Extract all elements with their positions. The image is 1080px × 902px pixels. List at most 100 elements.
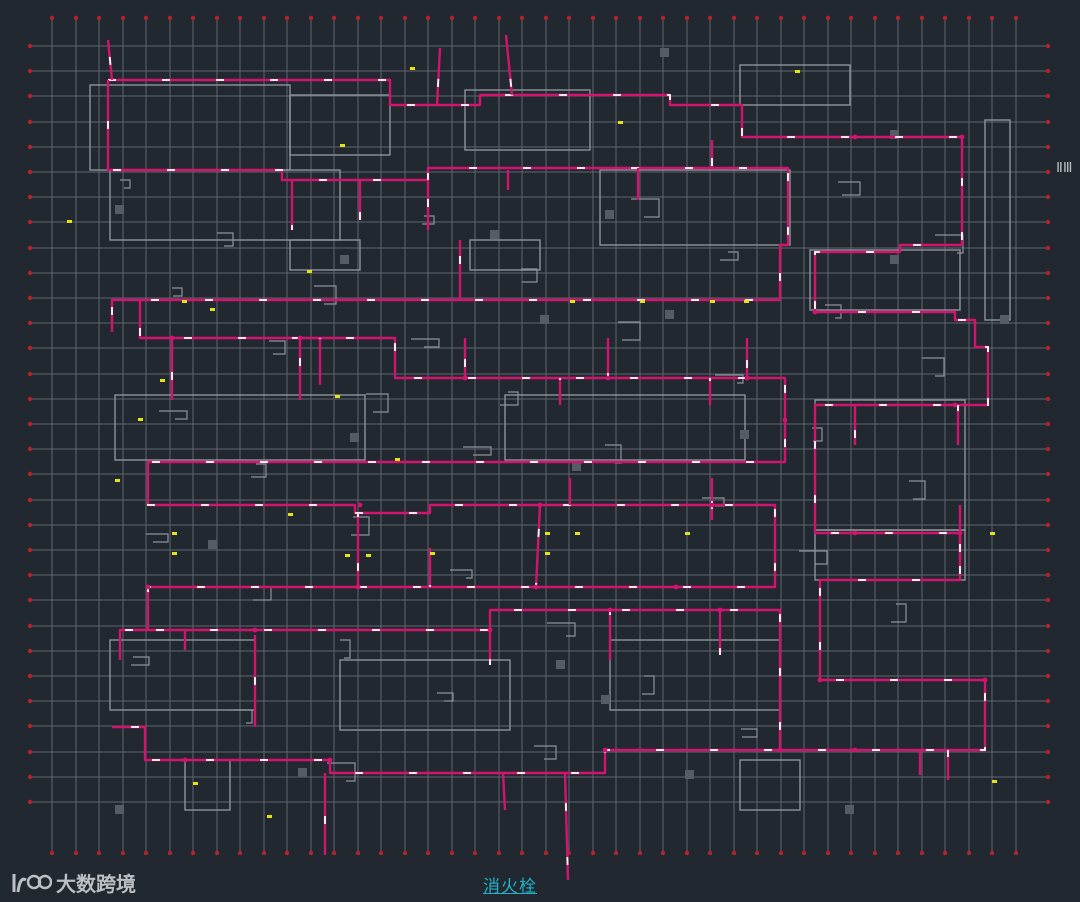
axis-bubble-right <box>1045 396 1051 402</box>
axis-bubble-bottom <box>237 850 243 856</box>
wall-partition <box>314 285 337 305</box>
pipe-valve-node <box>673 584 679 590</box>
pipe-valve-node <box>327 757 333 763</box>
axis-bubble-bottom <box>496 850 502 856</box>
axis-bubble-bottom <box>308 850 314 856</box>
axis-bubble-bottom <box>284 850 290 856</box>
axis-bubble-bottom <box>707 850 713 856</box>
axis-bubble-top <box>566 15 572 21</box>
hydrant-marker <box>545 552 550 555</box>
axis-bubble-left <box>27 345 33 351</box>
axis-bubble-right <box>1045 497 1051 503</box>
axis-bubble-right <box>1045 471 1051 477</box>
axis-bubble-top <box>778 15 784 21</box>
hydrant-marker <box>990 532 995 535</box>
pipe-valve-node <box>852 747 858 753</box>
wall-partition <box>618 321 641 341</box>
axis-bubble-top <box>308 15 314 21</box>
wall-partition <box>340 639 351 659</box>
axis-bubble-left <box>27 547 33 553</box>
wall-partition <box>741 728 758 738</box>
hydrant-marker <box>640 300 645 303</box>
axis-bubble-bottom <box>801 850 807 856</box>
axis-bubble-top <box>190 15 196 21</box>
axis-bubble-top <box>378 15 384 21</box>
hydrant-marker <box>182 300 187 303</box>
axis-bubble-bottom <box>731 850 737 856</box>
axis-bubble-top <box>660 15 666 21</box>
axis-bubble-right <box>1045 345 1051 351</box>
axis-bubble-top <box>707 15 713 21</box>
hydrant-marker <box>193 782 198 785</box>
equipment-block <box>740 430 749 439</box>
axis-bubble-right <box>1045 623 1051 629</box>
pipe-valve-node <box>957 530 963 536</box>
axis-bubble-right <box>1045 219 1051 225</box>
axis-bubble-right <box>1045 93 1051 99</box>
wall-partition <box>450 569 473 579</box>
wall-partition <box>909 480 926 500</box>
axis-bubble-bottom <box>684 850 690 856</box>
axis-bubble-bottom <box>73 850 79 856</box>
axis-bubble-right <box>1045 648 1051 654</box>
axis-bubble-bottom <box>402 850 408 856</box>
pipe-valve-node <box>782 417 788 423</box>
axis-bubble-bottom <box>825 850 831 856</box>
wall-outline <box>89 84 291 171</box>
watermark-text: 大数跨境 <box>56 872 136 896</box>
wall-outline <box>809 249 961 311</box>
axis-bubble-left <box>27 673 33 679</box>
hydrant-marker <box>172 532 177 535</box>
axis-bubble-top <box>167 15 173 21</box>
axis-bubble-bottom <box>942 850 948 856</box>
pipe-valve-node <box>777 747 783 753</box>
axis-bubble-left <box>27 497 33 503</box>
equipment-block <box>115 805 124 814</box>
hydrant-marker <box>172 552 177 555</box>
pipe-valve-node <box>852 530 858 536</box>
axis-bubble-top <box>402 15 408 21</box>
axis-bubble-bottom <box>872 850 878 856</box>
pipe-valve-node <box>533 584 539 590</box>
axis-bubble-top <box>449 15 455 21</box>
equipment-block <box>340 255 349 264</box>
equipment-block <box>845 805 854 814</box>
axis-bubble-bottom <box>425 850 431 856</box>
axis-bubble-right <box>1045 597 1051 603</box>
equipment-block <box>556 660 565 669</box>
pipe-valve-node <box>952 402 958 408</box>
axis-bubble-right <box>1045 698 1051 704</box>
axis-bubble-top <box>872 15 878 21</box>
hydrant-marker <box>345 554 350 557</box>
pipe-valve-node <box>709 502 715 508</box>
equipment-block <box>298 768 307 777</box>
axis-bubble-bottom <box>120 850 126 856</box>
pipe-valve-node <box>959 134 965 140</box>
axis-bubble-left <box>27 597 33 603</box>
hydrant-marker <box>992 780 997 783</box>
axis-bubble-top <box>731 15 737 21</box>
pipe-valve-node <box>357 502 363 508</box>
wall-outline <box>339 659 511 731</box>
hydrant-marker <box>340 144 345 147</box>
hydrant-marker <box>307 270 312 273</box>
equipment-block <box>605 210 614 219</box>
axis-bubble-right <box>1045 774 1051 780</box>
wall-partition <box>437 692 454 702</box>
axis-bubble-top <box>919 15 925 21</box>
axis-bubble-right <box>1045 144 1051 150</box>
axis-bubble-top <box>49 15 55 21</box>
axis-bubble-top <box>96 15 102 21</box>
axis-bubble-bottom <box>519 850 525 856</box>
axis-bubble-bottom <box>49 850 55 856</box>
axis-bubble-left <box>27 648 33 654</box>
axis-bubble-bottom <box>966 850 972 856</box>
axis-bubble-right <box>1045 371 1051 377</box>
axis-bubble-top <box>543 15 549 21</box>
axis-bubble-left <box>27 43 33 49</box>
hydrant-marker <box>795 70 800 73</box>
pipe-segment <box>501 772 507 811</box>
wall-outline <box>599 169 791 246</box>
equipment-block <box>1000 315 1009 324</box>
hydrant-marker <box>575 532 580 535</box>
